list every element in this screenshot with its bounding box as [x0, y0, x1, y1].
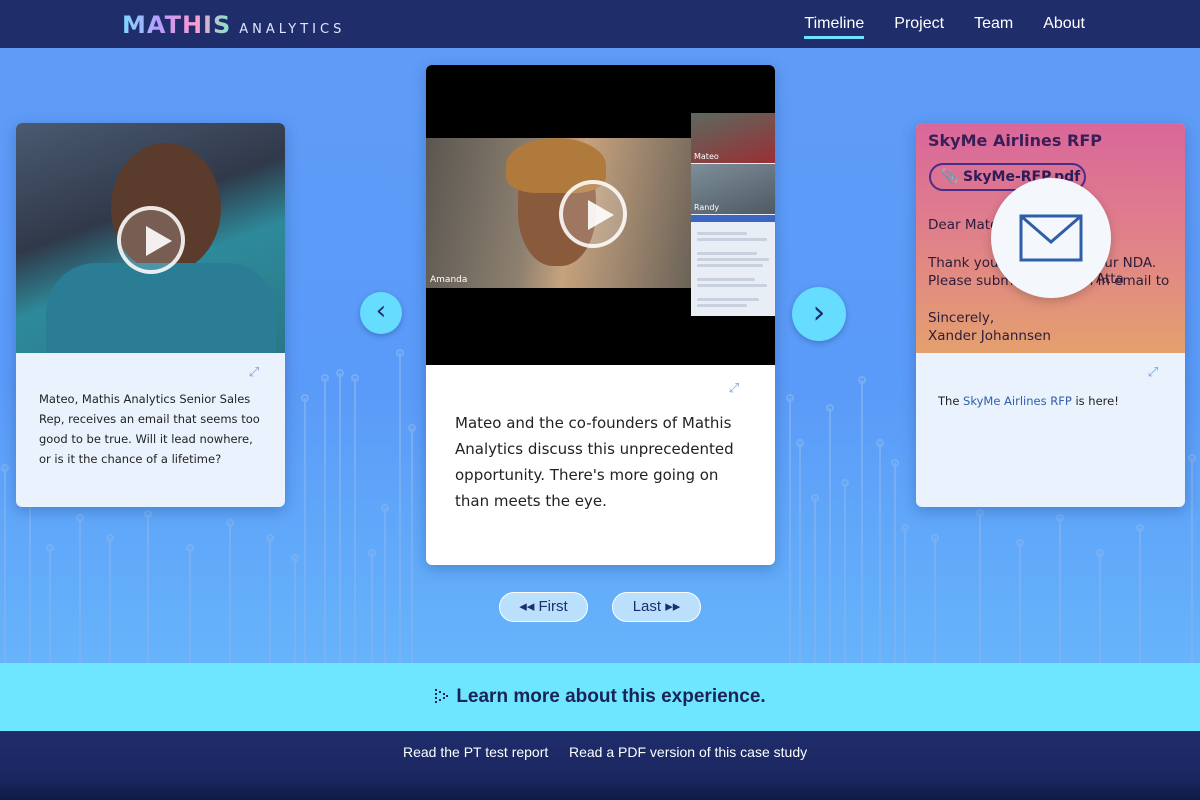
- timeline-card-current[interactable]: Amanda Mateo Randy ⤢ Mateo and the co-fo…: [426, 65, 775, 565]
- participant-label: Mateo: [694, 152, 719, 161]
- video-label-main: Amanda: [430, 275, 468, 285]
- first-button[interactable]: ◂◂ First: [499, 592, 588, 622]
- previous-arrow-button[interactable]: ‹: [360, 292, 402, 334]
- timeline-card-previous[interactable]: ⤢ Mateo, Mathis Analytics Senior Sales R…: [16, 123, 285, 507]
- letter-body-1a: Thank you: [928, 255, 999, 271]
- paperclip-icon: 📎: [941, 169, 959, 185]
- description-suffix: is here!: [1071, 394, 1119, 408]
- main-nav: Timeline Project Team About: [804, 0, 1085, 48]
- chevron-dots-icon: [435, 689, 449, 703]
- participant-tile: Randy: [691, 164, 775, 214]
- nav-item-team[interactable]: Team: [974, 9, 1013, 39]
- pt-test-report-link[interactable]: Read the PT test report: [403, 744, 548, 760]
- envelope-icon: [1019, 214, 1083, 262]
- chevron-right-icon: ›: [812, 293, 826, 331]
- card-description: Mateo, Mathis Analytics Senior Sales Rep…: [39, 392, 260, 466]
- letter-signature: Xander Johannsen: [928, 328, 1051, 344]
- envelope-badge[interactable]: [991, 178, 1111, 298]
- nav-item-project[interactable]: Project: [894, 9, 944, 39]
- video-thumbnail[interactable]: [16, 123, 285, 353]
- brand-name: MATHIS: [122, 11, 232, 39]
- card-description: Mateo and the co-founders of Mathis Anal…: [455, 414, 734, 510]
- nav-item-timeline[interactable]: Timeline: [804, 9, 864, 39]
- nav-item-about[interactable]: About: [1043, 9, 1085, 39]
- video-call-sidebar: Mateo Randy: [691, 113, 775, 316]
- video-player[interactable]: Amanda Mateo Randy: [426, 65, 775, 365]
- footer: Read the PT test report Read a PDF versi…: [0, 731, 1200, 800]
- next-arrow-button[interactable]: ›: [792, 287, 846, 341]
- brand-sub: ANALYTICS: [239, 22, 346, 37]
- brand-logo[interactable]: MATHIS ANALYTICS: [122, 11, 345, 39]
- expand-icon[interactable]: ⤢: [1145, 365, 1161, 381]
- play-icon[interactable]: [559, 180, 627, 248]
- learn-more-banner[interactable]: Learn more about this experience.: [0, 663, 1200, 731]
- participant-tile: Mateo: [691, 113, 775, 163]
- pdf-case-study-link[interactable]: Read a PDF version of this case study: [569, 744, 807, 760]
- chat-header: [691, 215, 775, 222]
- description-prefix: The: [938, 394, 964, 408]
- timeline-stage: ⤢ Mateo, Mathis Analytics Senior Sales R…: [0, 48, 1200, 663]
- expand-icon[interactable]: ⤢: [246, 365, 262, 381]
- person-shirt: [46, 263, 276, 353]
- chevron-left-icon: ‹: [375, 296, 387, 326]
- learn-more-link[interactable]: Learn more about this experience.: [456, 686, 765, 708]
- top-navigation-bar: MATHIS ANALYTICS Timeline Project Team A…: [0, 0, 1200, 48]
- card-description: The SkyMe Airlines RFP is here!: [938, 391, 1168, 411]
- chat-panel: [691, 222, 775, 316]
- letter-greeting: Dear Mate: [928, 217, 999, 233]
- email-preview[interactable]: SkyMe Airlines RFP 📎 SkyMe-RFP.pdf Dear …: [916, 123, 1185, 353]
- participant-label: Randy: [694, 203, 720, 212]
- timeline-card-next[interactable]: SkyMe Airlines RFP 📎 SkyMe-RFP.pdf Dear …: [916, 123, 1185, 507]
- email-subject: SkyMe Airlines RFP: [928, 131, 1102, 150]
- letter-signoff: Sincerely,: [928, 310, 995, 326]
- play-icon[interactable]: [117, 206, 185, 274]
- last-button[interactable]: Last ▸▸: [612, 592, 701, 622]
- expand-icon[interactable]: ⤢: [726, 381, 742, 397]
- rfp-link[interactable]: SkyMe Airlines RFP: [963, 394, 1072, 408]
